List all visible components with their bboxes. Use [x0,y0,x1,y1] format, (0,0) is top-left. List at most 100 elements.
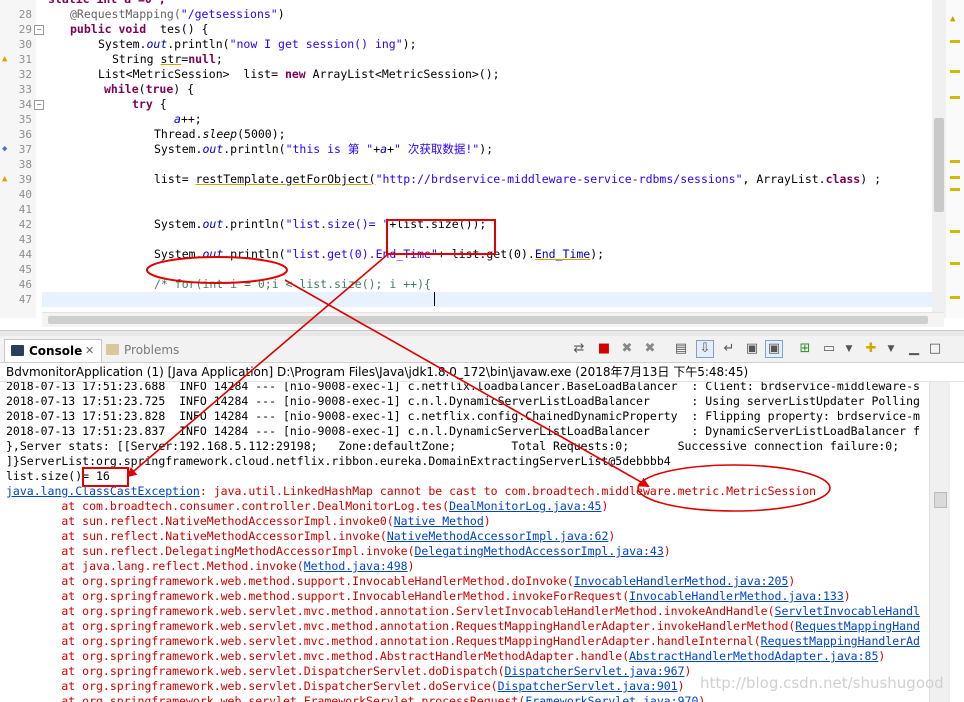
source-link[interactable]: NativeMethodAccessorImpl.java:62 [387,529,609,543]
stack-trace-line: at org.springframework.web.servlet.mvc.m… [6,634,920,648]
show-on-error-icon[interactable]: ▣ [765,340,783,358]
code-line[interactable]: System.out.println("list.size()= "+list.… [42,217,944,232]
warning-icon[interactable]: ▲ [2,54,12,64]
tab-console[interactable]: Console ✕ [4,339,102,362]
code-line[interactable]: Thread.sleep(5000); [42,127,944,142]
source-link[interactable]: AbstractHandlerMethodAdapter.java:85 [629,649,878,663]
source-link[interactable]: RequestMappingHandlerAd [761,634,920,648]
code-line[interactable]: System.out.println("now I get session() … [42,37,944,52]
stack-trace-line: at org.springframework.web.servlet.mvc.m… [6,619,920,633]
console-line: 2018-07-13 17:51:23.837 INFO 14284 --- [… [6,424,920,438]
code-line[interactable] [42,262,944,277]
line-number: 46 [18,278,32,291]
maximize-icon[interactable]: □ [926,340,944,358]
line-number: 44 [18,248,32,261]
breakpoint-icon[interactable]: ◆ [2,144,12,154]
code-line[interactable]: String str=null; [42,52,944,67]
remove-launch-icon[interactable]: ✖ [618,340,636,358]
exception-link[interactable]: java.lang.ClassCastException [6,484,200,498]
code-line[interactable] [42,202,944,217]
minimize-icon[interactable]: ▁ [905,340,923,358]
code-line[interactable]: static int a =0 ; [48,0,944,7]
word-wrap-icon[interactable]: ↵ [720,340,738,358]
line-number-gutter: 28 29 30 31 32 33 34 35 36 37 38 39 40 41 42 43 44 45 46 47… [0,0,36,318]
stack-trace-line: at org.springframework.web.servlet.Dispa… [6,679,685,693]
console-vertical-scrollbar[interactable] [929,382,950,702]
warning-marker[interactable] [950,40,960,43]
display-console-icon[interactable]: ▭ [820,340,838,358]
clear-console-icon[interactable]: ▤ [672,340,690,358]
overview-ruler[interactable]: ▲ [946,0,964,318]
scroll-lock-icon[interactable]: ⇩ [696,340,714,358]
console-output[interactable]: 2018-07-13 17:51:23.688 INFO 14284 --- [… [0,382,930,702]
editor-hscroll-thumb[interactable] [48,316,928,324]
stack-trace-line: at org.springframework.web.servlet.Frame… [6,694,705,702]
open-console-icon[interactable]: ✚ [862,340,880,358]
line-number: 36 [18,128,32,141]
code-line[interactable]: System.out.println("this is 第 "+a+" 次获取数… [42,142,944,157]
console-view: Console ✕ Problems ⇄ ■ ✖ ✖ ▤ ⇩ ↵ ▣ ▣ ⊞ ▭… [0,336,964,702]
line-number: 42 [18,218,32,231]
editor-horizontal-scrollbar[interactable] [42,312,944,327]
line-number: 38 [18,158,32,171]
code-line[interactable] [42,292,944,307]
source-link[interactable]: Method.java:498 [304,559,408,573]
code-line[interactable]: @RequestMapping("/getsessions") [42,7,944,22]
source-link[interactable]: DealMonitorLog.java:45 [449,499,601,513]
warning-marker[interactable] [950,230,960,233]
terminate-icon[interactable]: ■ [595,340,613,358]
warning-icon[interactable]: ▲ [950,14,960,24]
source-link[interactable]: DelegatingMethodAccessorImpl.java:43 [415,544,664,558]
code-line[interactable]: /* for(int i = 0;i < list.size(); i ++){ [42,277,944,292]
line-number: 30 [18,38,32,51]
editor-scroll-thumb[interactable] [934,118,944,212]
source-link[interactable]: DispatcherServlet.java:967 [505,664,685,678]
link-icon[interactable]: ⇄ [570,340,588,358]
code-line[interactable]: List<MetricSession> list= new ArrayList<… [42,67,944,82]
line-number: 32 [18,68,32,81]
source-link[interactable]: RequestMappingHand [795,619,920,633]
warning-marker[interactable] [950,176,960,179]
chevron-down-icon[interactable]: ▼ [840,340,858,358]
warning-marker[interactable] [950,296,960,299]
source-link[interactable]: DispatcherServlet.java:901 [498,679,678,693]
warning-icon[interactable]: ▲ [2,174,12,184]
code-line[interactable]: System.out.println("list.get(0).End_Time… [42,247,944,262]
line-number: 29 [18,23,32,36]
chevron-down-icon[interactable]: ▼ [882,340,900,358]
code-line[interactable]: while(true) { [42,82,944,97]
tab-problems[interactable]: Problems [104,339,194,361]
source-link[interactable]: ServletInvocableHandl [775,604,920,618]
code-line[interactable] [42,187,944,202]
code-line[interactable]: public void tes() { [42,22,944,37]
warning-marker[interactable] [950,96,960,99]
pin-console-icon[interactable]: ⊞ [796,340,814,358]
console-scroll-thumb[interactable] [934,492,947,508]
warning-marker[interactable] [950,70,960,73]
code-line[interactable]: try { [42,97,944,112]
code-line[interactable] [42,157,944,172]
source-link[interactable]: Native Method [394,514,484,528]
editor-vertical-scrollbar[interactable] [932,0,946,318]
warning-marker[interactable] [950,160,960,163]
close-icon[interactable]: ✕ [85,340,94,362]
code-line[interactable] [42,232,944,247]
warning-marker[interactable] [950,188,960,191]
problems-icon [106,344,119,355]
fold-toggle-icon[interactable]: − [34,100,44,110]
code-area[interactable]: static int a =0 ;@RequestMapping("/getse… [42,0,944,318]
code-editor[interactable]: 28 29 30 31 32 33 34 35 36 37 38 39 40 41 42 43 44 45 46 47… [0,0,964,330]
remove-all-icon[interactable]: ✖ [641,340,659,358]
tab-console-label: Console [29,344,83,358]
code-line[interactable]: a++; [42,112,944,127]
console-line: list.size()= 16 [6,469,110,483]
stack-trace-line: at java.lang.reflect.Method.invoke(Metho… [6,559,415,573]
stack-trace-line: at org.springframework.web.servlet.Dispa… [6,664,692,678]
show-on-output-icon[interactable]: ▣ [743,340,761,358]
fold-toggle-icon[interactable]: − [34,25,44,35]
warning-marker[interactable] [950,262,960,265]
source-link[interactable]: FrameworkServlet.java:970 [525,694,698,702]
source-link[interactable]: InvocableHandlerMethod.java:133 [629,589,844,603]
source-link[interactable]: InvocableHandlerMethod.java:205 [574,574,789,588]
code-line[interactable]: list= restTemplate.getForObject("http://… [42,172,944,187]
